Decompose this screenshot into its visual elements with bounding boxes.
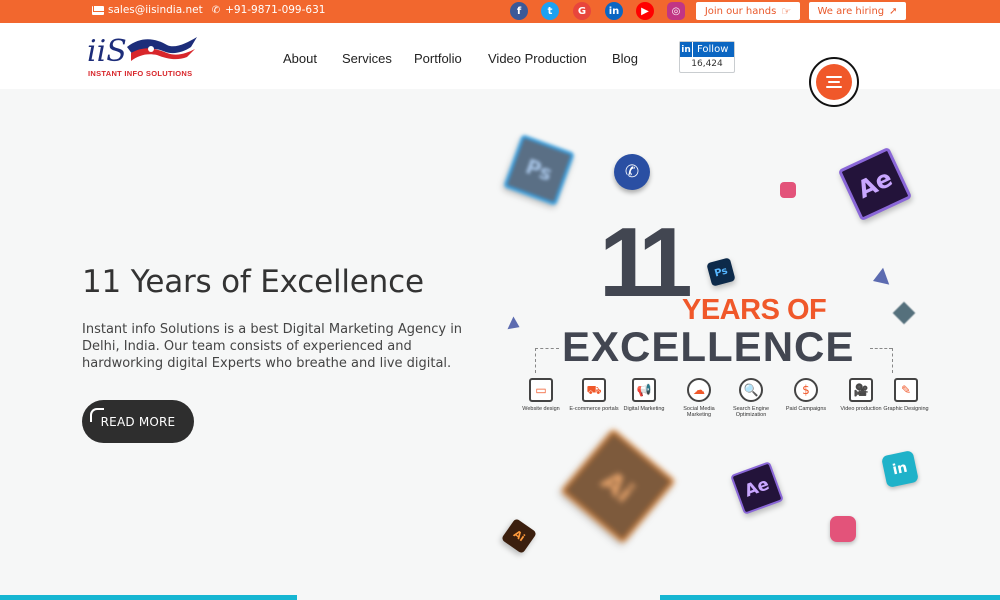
- rocket-icon: ➚: [889, 5, 898, 17]
- twitter-icon[interactable]: t: [541, 2, 559, 20]
- megaphone-icon: 📢: [632, 378, 656, 402]
- nav-portfolio[interactable]: Portfolio: [414, 51, 462, 66]
- service-item: ⛟ E-commerce portals: [568, 378, 620, 412]
- hero-title: 11 Years of Excellence: [82, 264, 424, 300]
- dollar-icon: $: [794, 378, 818, 402]
- excellence-heading: EXCELLENCE: [562, 323, 855, 370]
- service-item: ☁ Social Media Marketing: [673, 378, 725, 418]
- youtube-icon[interactable]: ▶: [636, 2, 654, 20]
- contact-info: sales@iisindia.net ✆ +91-9871-099-631: [92, 4, 325, 16]
- spinner-arc-icon: [90, 408, 104, 422]
- camera-icon: 🎥: [849, 378, 873, 402]
- monitor-icon: ▭: [529, 378, 553, 402]
- instagram-icon[interactable]: ◎: [667, 2, 685, 20]
- cloud-icon: ☁: [687, 378, 711, 402]
- phone-link[interactable]: +91-9871-099-631: [225, 4, 325, 16]
- join-label: Join our hands: [704, 5, 777, 17]
- mail-icon: [92, 5, 104, 15]
- company-logo[interactable]: iiS: [87, 33, 199, 69]
- nav-services[interactable]: Services: [342, 51, 392, 66]
- pointing-hand-icon: ☞: [781, 4, 792, 18]
- pen-icon: ✎: [894, 378, 918, 402]
- hamburger-menu-button[interactable]: [809, 57, 859, 107]
- service-label: Digital Marketing: [623, 406, 665, 412]
- nav-about[interactable]: About: [283, 51, 317, 66]
- linkedin-icon: in: [680, 42, 693, 57]
- service-label: Search Engine Optimization: [732, 406, 770, 418]
- follower-count: 16,424: [691, 59, 723, 69]
- svg-text:11: 11: [599, 207, 690, 317]
- svg-text:iiS: iiS: [87, 34, 127, 69]
- service-item: 🔍 Search Engine Optimization: [725, 378, 777, 418]
- service-item: ▭ Website design: [515, 378, 567, 412]
- bottom-accent-left: [0, 595, 297, 600]
- service-label: Paid Campaigns: [785, 406, 827, 412]
- instagram-float-large-icon: [830, 516, 856, 542]
- linkedin-icon[interactable]: in: [605, 2, 623, 20]
- google-icon[interactable]: G: [573, 2, 591, 20]
- email-link[interactable]: sales@iisindia.net: [108, 4, 203, 16]
- facebook-icon[interactable]: f: [510, 2, 528, 20]
- read-more-label: READ MORE: [100, 414, 176, 429]
- linkedin-follow-button[interactable]: in Follow: [680, 42, 734, 57]
- nav-video-production[interactable]: Video Production: [488, 51, 587, 66]
- we-are-hiring-button[interactable]: We are hiring ➚: [809, 2, 906, 20]
- service-label: Social Media Marketing: [683, 406, 715, 418]
- phone-icon: ✆: [211, 4, 221, 16]
- cart-icon: ⛟: [582, 378, 606, 402]
- join-our-hands-button[interactable]: Join our hands ☞: [696, 2, 800, 20]
- service-label: E-commerce portals: [569, 406, 619, 412]
- service-item: ✎ Graphic Designing: [880, 378, 932, 412]
- hero-description: Instant info Solutions is a best Digital…: [82, 322, 463, 371]
- read-more-button[interactable]: READ MORE: [82, 400, 194, 443]
- linkedin-follow-widget[interactable]: in Follow 16,424: [679, 41, 735, 73]
- bottom-accent-right: [660, 595, 1000, 600]
- top-bar: sales@iisindia.net ✆ +91-9871-099-631 ft…: [0, 0, 1000, 23]
- service-label: Website design: [522, 406, 560, 412]
- menu-icon: [816, 64, 852, 100]
- linkedin-float-icon: in: [881, 450, 919, 488]
- logo-text: INSTANT INFO SOLUTIONS: [88, 69, 193, 78]
- seo-icon: 🔍: [739, 378, 763, 402]
- service-item: $ Paid Campaigns: [780, 378, 832, 412]
- follow-label: Follow: [697, 44, 729, 55]
- nav-blog[interactable]: Blog: [612, 51, 638, 66]
- hero-graphic: Ps ✆ Ae Ps 11 YEARS OF EXCELLENCE ▭ Websi…: [495, 120, 1000, 560]
- service-item: 📢 Digital Marketing: [618, 378, 670, 412]
- hiring-label: We are hiring: [817, 5, 885, 17]
- service-label: Graphic Designing: [883, 406, 929, 412]
